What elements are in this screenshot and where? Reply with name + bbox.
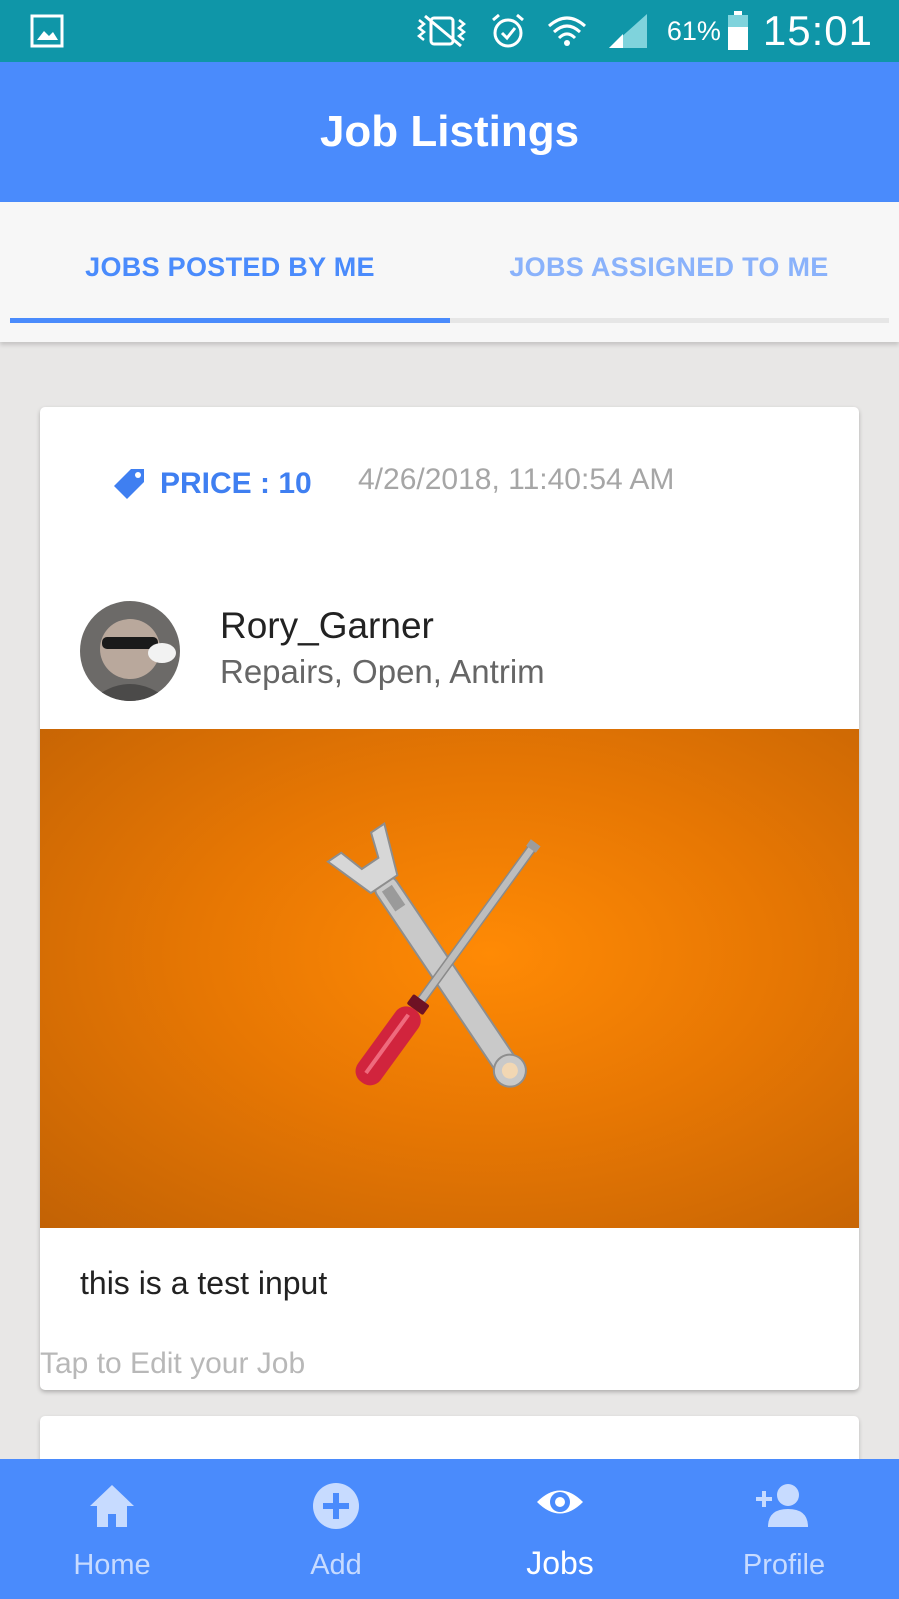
signal-icon (608, 14, 647, 48)
price-row: PRICE : 10 (112, 467, 312, 501)
wrench-screwdriver-image (326, 822, 541, 1088)
price-label: PRICE : 10 (160, 467, 312, 500)
gallery-notification-icon (30, 14, 64, 48)
vibrate-icon (416, 14, 466, 48)
tab-jobs-posted-by-me[interactable]: JOBS POSTED BY ME (10, 202, 450, 332)
nav-item-home[interactable]: Home (0, 1459, 224, 1599)
avatar (80, 601, 180, 701)
battery-icon (727, 11, 748, 50)
eye-icon (537, 1490, 583, 1514)
alarm-icon (491, 13, 524, 48)
nav-label-profile: Profile (742, 1549, 826, 1581)
home-icon (90, 1485, 134, 1527)
price-tag-icon (114, 469, 144, 499)
poster-name: Rory_Garner (220, 605, 434, 646)
wifi-icon (547, 16, 586, 46)
app-bar: Job Listings (0, 62, 899, 202)
tab-indicator (10, 318, 450, 323)
clock-time: 15:01 (762, 7, 873, 54)
status-bar: 61% 15:01 (0, 0, 899, 62)
edit-job-hint[interactable]: Tap to Edit your Job (40, 1347, 305, 1381)
page-title: Job Listings (319, 107, 580, 156)
nav-label-home: Home (73, 1549, 151, 1581)
job-description: this is a test input (80, 1265, 328, 1301)
job-category-status-location: Repairs, Open, Antrim (220, 653, 545, 690)
nav-label-jobs: Jobs (526, 1545, 594, 1581)
nav-item-profile[interactable]: Profile (672, 1459, 896, 1599)
add-person-icon (756, 1484, 808, 1527)
nav-label-add: Add (310, 1549, 362, 1581)
tab-jobs-assigned-to-me[interactable]: JOBS ASSIGNED TO ME (449, 202, 889, 332)
nav-item-add[interactable]: Add (224, 1459, 448, 1599)
posted-date: 4/26/2018, 11:40:54 AM (358, 463, 675, 496)
job-image (40, 729, 859, 1228)
job-card[interactable]: PRICE : 10 4/26/2018, 11:40:54 AM Rory_G… (40, 407, 859, 1390)
battery-percent: 61% (666, 15, 721, 46)
add-circle-icon (313, 1483, 359, 1529)
nav-item-jobs[interactable]: Jobs (448, 1459, 672, 1599)
bottom-navigation: Home Add Jobs Profile (0, 1459, 899, 1599)
